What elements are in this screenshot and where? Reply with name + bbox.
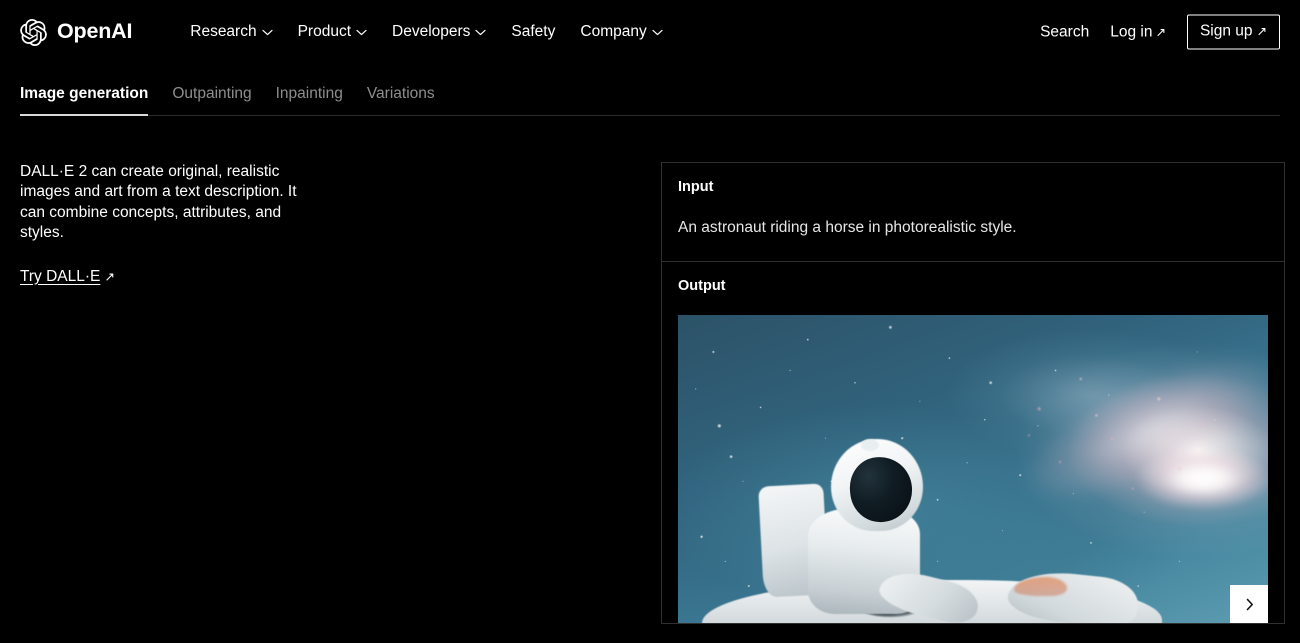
arrow-up-right-icon: ↗ xyxy=(1155,25,1166,40)
nav-item-label: Safety xyxy=(511,23,556,41)
tab-outpainting[interactable]: Outpainting xyxy=(172,86,251,116)
login-link[interactable]: Log in ↗ xyxy=(1110,24,1166,40)
astronaut-horse-space-image xyxy=(678,315,1268,624)
demo-card: Input An astronaut riding a horse in pho… xyxy=(661,161,1285,625)
login-label: Log in xyxy=(1110,23,1153,41)
description-panel: DALL·E 2 can create original, realistic … xyxy=(20,162,661,625)
chevron-down-icon xyxy=(475,29,487,36)
header-actions: Search Log in ↗ Sign up ↗ xyxy=(1040,14,1280,50)
arrow-up-right-icon: ↗ xyxy=(104,269,115,284)
signup-label: Sign up xyxy=(1199,22,1253,40)
tab-image-generation[interactable]: Image generation xyxy=(20,86,149,116)
chevron-down-icon xyxy=(652,29,663,36)
main-content: DALL·E 2 can create original, realistic … xyxy=(0,161,1300,625)
tab-variations[interactable]: Variations xyxy=(367,86,435,116)
input-label: Input xyxy=(678,178,714,195)
output-section: Output xyxy=(662,262,1284,624)
output-label: Output xyxy=(678,277,726,294)
chevron-right-icon xyxy=(1243,598,1256,611)
tab-list: Image generation Outpainting Inpainting … xyxy=(20,86,1280,116)
signup-button[interactable]: Sign up ↗ xyxy=(1186,14,1280,50)
nav-item-label: Product xyxy=(297,23,352,41)
input-prompt-text: An astronaut riding a horse in photoreal… xyxy=(678,219,1017,236)
search-button[interactable]: Search xyxy=(1040,24,1089,40)
nav-item-label: Research xyxy=(190,23,257,41)
brand-name: OpenAI xyxy=(57,19,133,44)
tab-inpainting[interactable]: Inpainting xyxy=(276,86,343,116)
search-label: Search xyxy=(1040,23,1090,41)
nav-item-safety[interactable]: Safety xyxy=(511,24,555,40)
capability-tabs: Image generation Outpainting Inpainting … xyxy=(0,86,1300,116)
next-image-button[interactable] xyxy=(1230,585,1268,624)
nav-item-product[interactable]: Product xyxy=(298,24,367,40)
horse-mane xyxy=(1014,577,1068,596)
chevron-down-icon xyxy=(356,29,367,36)
nav-item-research[interactable]: Research xyxy=(190,23,273,41)
brand-logo-link[interactable]: OpenAI xyxy=(20,18,133,46)
try-dalle-label: Try DALL·E xyxy=(20,267,101,285)
dalle-description: DALL·E 2 can create original, realistic … xyxy=(20,162,297,242)
nav-item-developers[interactable]: Developers xyxy=(392,23,487,41)
try-dalle-link[interactable]: Try DALL·E ↗ xyxy=(20,267,115,285)
astronaut-antenna xyxy=(860,438,879,451)
site-header: OpenAI Research Product Developers Safet… xyxy=(0,0,1300,64)
input-section: Input An astronaut riding a horse in pho… xyxy=(662,163,1284,262)
openai-logo-icon xyxy=(20,18,47,46)
nav-item-label: Developers xyxy=(392,23,471,41)
generated-image xyxy=(678,315,1268,624)
nav-item-company[interactable]: Company xyxy=(580,23,663,41)
primary-navigation: Research Product Developers Safety Compa… xyxy=(190,23,663,41)
nav-item-label: Company xyxy=(580,23,647,41)
rider-group xyxy=(678,315,1268,624)
demo-panel: Input An astronaut riding a horse in pho… xyxy=(661,161,1285,625)
arrow-up-right-icon: ↗ xyxy=(1256,24,1267,39)
chevron-down-icon xyxy=(261,29,273,36)
